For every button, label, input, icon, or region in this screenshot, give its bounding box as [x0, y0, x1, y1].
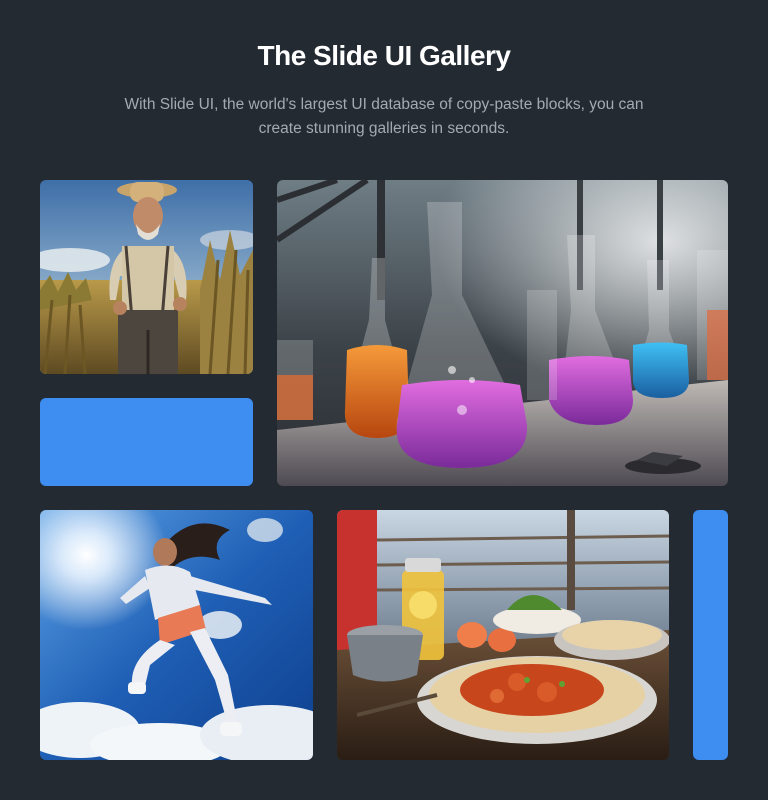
gallery-image-food[interactable] — [337, 510, 669, 760]
gallery-image-runner[interactable] — [40, 510, 313, 760]
runner-image — [40, 510, 313, 760]
flasks-image — [277, 180, 728, 486]
gallery-image-farmer[interactable] — [40, 180, 253, 374]
accent-block-right — [693, 510, 728, 760]
gallery-image-flasks[interactable] — [277, 180, 728, 486]
food-image — [337, 510, 669, 760]
accent-block-left — [40, 398, 253, 486]
farmer-image — [40, 180, 253, 374]
page-title: The Slide UI Gallery — [257, 40, 511, 71]
page-subtitle: With Slide UI, the world's largest UI da… — [124, 96, 644, 137]
